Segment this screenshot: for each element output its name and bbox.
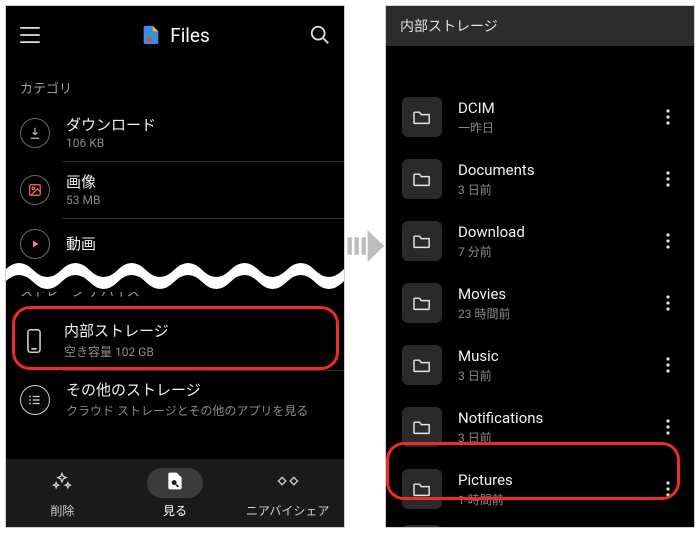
folder-name: Documents [458,161,638,179]
folder-icon [402,283,442,323]
nav-clean[interactable]: 削除 [6,459,119,527]
more-icon[interactable] [654,351,682,379]
internal-storage-screen: 内部ストレージ DCIM 一昨日 Documents 3 日前 [385,5,695,528]
list-icon [20,385,50,415]
folder-podcasts[interactable]: Podcasts [386,520,694,528]
folder-movies[interactable]: Movies 23 時間前 [386,272,694,334]
folder-name: Music [458,347,638,365]
storage-sub: クラウド ストレージとその他のアプリを見る [66,402,308,419]
folder-sub: 3 日前 [458,181,638,198]
folder-icon [402,525,442,528]
folder-sub: 一昨日 [458,119,638,136]
category-label: 画像 [66,173,100,192]
folder-name: Notifications [458,409,638,427]
nav-nearby[interactable]: ニアバイシェア [231,459,344,527]
tab-label: 内部ストレージ [400,16,498,36]
folder-documents[interactable]: Documents 3 日前 [386,148,694,210]
folder-sub: 7 分前 [458,243,638,260]
nav-label: 削除 [50,502,74,519]
folder-name: Movies [458,285,638,303]
more-icon[interactable] [654,103,682,131]
folder-name: Download [458,223,638,241]
folder-icon [402,221,442,261]
more-icon[interactable] [654,289,682,317]
transition-arrow-icon [344,225,386,267]
folder-icon [402,159,442,199]
video-icon [20,229,50,259]
app-topbar: Files [6,6,344,64]
nearby-icon [277,474,299,491]
section-category-label: カテゴリ [6,64,344,105]
storage-label: その他のストレージ [66,381,308,400]
category-video[interactable]: 動画 [6,219,344,277]
nav-label: 見る [163,502,187,519]
files-app-screen: Files カテゴリ ダウンロード 106 KB 画像 53 MB 動画 [5,5,345,528]
highlight-internal-storage [12,306,339,370]
more-icon[interactable] [654,165,682,193]
folder-download[interactable]: Download 7 分前 [386,210,694,272]
nav-browse[interactable]: 見る [119,459,232,527]
category-sub: 106 KB [66,136,156,150]
browse-icon [165,471,185,494]
category-label: ダウンロード [66,116,156,135]
category-sub: 53 MB [66,193,100,207]
folder-music[interactable]: Music 3 日前 [386,334,694,396]
storage-other[interactable]: その他のストレージ クラウド ストレージとその他のアプリを見る [6,371,344,429]
image-icon [20,175,50,205]
category-label: 動画 [66,235,96,254]
bottom-nav: 削除 見る ニアバイシェア [6,459,344,527]
folder-sub: 23 時間前 [458,305,638,322]
search-icon[interactable] [306,21,334,49]
storage-tab[interactable]: 内部ストレージ [386,6,694,46]
folder-dcim[interactable]: DCIM 一昨日 [386,86,694,148]
files-logo-icon [140,24,162,46]
more-icon[interactable] [654,413,682,441]
sparkle-icon [52,471,72,494]
nav-label: ニアバイシェア [246,502,330,519]
folder-icon [402,407,442,447]
download-icon [20,118,50,148]
section-storage-label: ストレージ デバイス [6,277,344,308]
menu-icon[interactable] [16,21,44,49]
folder-icon [402,97,442,137]
folder-icon [402,345,442,385]
app-title: Files [170,24,210,47]
folder-name: DCIM [458,99,638,117]
category-downloads[interactable]: ダウンロード 106 KB [6,105,344,161]
more-icon[interactable] [654,227,682,255]
category-images[interactable]: 画像 53 MB [6,162,344,218]
folder-sub: 3 日前 [458,367,638,384]
highlight-pictures [386,442,680,500]
